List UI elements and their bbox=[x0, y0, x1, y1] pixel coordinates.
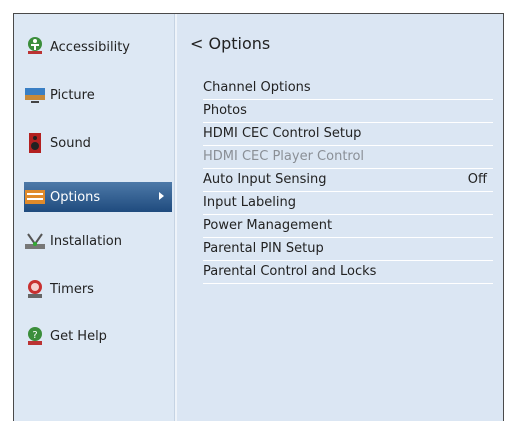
menu-item-label: Channel Options bbox=[203, 80, 311, 95]
accessibility-icon bbox=[24, 36, 46, 58]
menu-item-label: Parental PIN Setup bbox=[203, 241, 324, 256]
menu-item-hdmi-cec-control-setup[interactable]: HDMI CEC Control Setup bbox=[203, 123, 493, 146]
menu-item-label: HDMI CEC Player Control bbox=[203, 149, 365, 164]
timers-icon bbox=[24, 278, 46, 300]
sidebar-item-picture[interactable]: Picture bbox=[24, 80, 172, 110]
menu-item-label: Input Labeling bbox=[203, 195, 296, 210]
sidebar-item-get-help[interactable]: ? Get Help bbox=[24, 321, 172, 351]
get-help-icon: ? bbox=[24, 325, 46, 347]
menu-item-photos[interactable]: Photos bbox=[203, 100, 493, 123]
menu-item-input-labeling[interactable]: Input Labeling bbox=[203, 192, 493, 215]
sidebar-item-label: Sound bbox=[50, 135, 91, 151]
sidebar-item-label: Options bbox=[50, 189, 101, 205]
sidebar-item-accessibility[interactable]: Accessibility bbox=[24, 32, 172, 62]
menu-item-label: Auto Input Sensing bbox=[203, 172, 327, 187]
sidebar-item-label: Picture bbox=[50, 87, 95, 103]
menu-item-hdmi-cec-player-control: HDMI CEC Player Control bbox=[203, 146, 493, 169]
menu-item-auto-input-sensing[interactable]: Auto Input Sensing Off bbox=[203, 169, 493, 192]
sidebar-item-label: Timers bbox=[50, 281, 94, 297]
page-title[interactable]: < Options bbox=[190, 34, 270, 53]
sidebar-divider bbox=[174, 14, 177, 421]
sidebar-item-sound[interactable]: Sound bbox=[24, 128, 172, 158]
sidebar-item-label: Accessibility bbox=[50, 39, 130, 55]
chevron-right-icon bbox=[159, 192, 164, 200]
menu-item-value: Off bbox=[467, 172, 487, 187]
menu-item-label: Photos bbox=[203, 103, 247, 118]
sidebar: Accessibility Picture Sound Options Inst… bbox=[14, 14, 174, 421]
sidebar-item-timers[interactable]: Timers bbox=[24, 274, 172, 304]
menu-item-label: HDMI CEC Control Setup bbox=[203, 126, 362, 141]
sidebar-item-options[interactable]: Options bbox=[24, 182, 172, 212]
settings-window: Accessibility Picture Sound Options Inst… bbox=[13, 13, 504, 421]
menu-item-parental-control-and-locks[interactable]: Parental Control and Locks bbox=[203, 261, 493, 284]
sidebar-item-label: Installation bbox=[50, 233, 123, 249]
options-menu: Channel Options Photos HDMI CEC Control … bbox=[203, 77, 493, 284]
sound-icon bbox=[24, 132, 46, 154]
menu-item-channel-options[interactable]: Channel Options bbox=[203, 77, 493, 100]
back-chevron-icon: < bbox=[190, 34, 204, 53]
menu-item-label: Power Management bbox=[203, 218, 333, 233]
svg-text:?: ? bbox=[32, 330, 37, 341]
installation-icon bbox=[24, 230, 46, 252]
sidebar-item-label: Get Help bbox=[50, 328, 107, 344]
menu-item-label: Parental Control and Locks bbox=[203, 264, 377, 279]
menu-item-parental-pin-setup[interactable]: Parental PIN Setup bbox=[203, 238, 493, 261]
options-icon bbox=[24, 186, 46, 208]
menu-item-power-management[interactable]: Power Management bbox=[203, 215, 493, 238]
page-title-text: Options bbox=[208, 34, 271, 53]
sidebar-item-installation[interactable]: Installation bbox=[24, 226, 172, 256]
picture-icon bbox=[24, 84, 46, 106]
